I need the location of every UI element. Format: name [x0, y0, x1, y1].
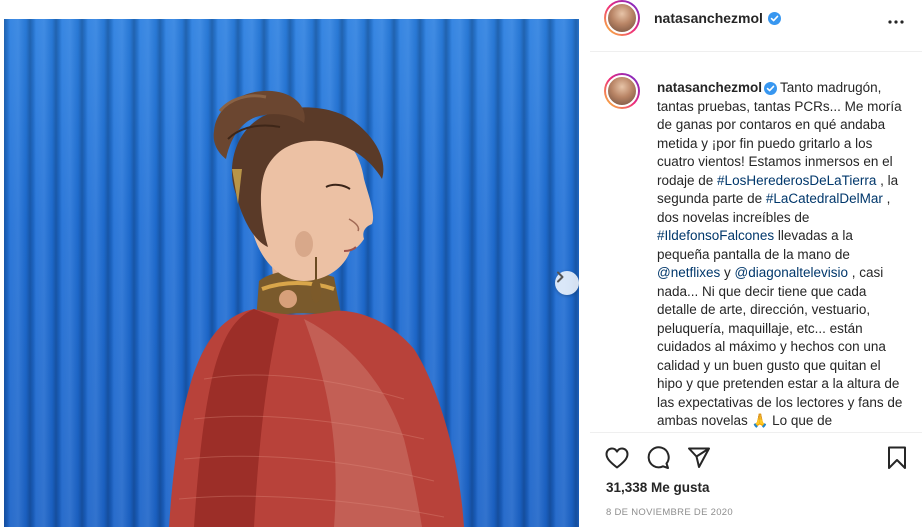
- header-user: natasanchezmol: [654, 10, 781, 26]
- comment-button[interactable]: [645, 445, 671, 471]
- verified-badge-icon: [764, 82, 778, 95]
- share-button[interactable]: [686, 445, 712, 471]
- hashtag-link[interactable]: #LaCatedralDelMar: [766, 191, 883, 206]
- caption-seg-0: Tanto madrugón, tantas pruebas, tantas P…: [657, 80, 902, 188]
- caption-seg-10: , casi nada... Ni que decir tiene que ca…: [657, 265, 903, 428]
- header-username[interactable]: natasanchezmol: [654, 10, 763, 26]
- post-side-panel: natasanchezmol natasanchezmol Tanto madru…: [590, 0, 922, 527]
- post-date[interactable]: 8 DE NOVIEMBRE DE 2020: [606, 507, 733, 518]
- like-button[interactable]: [604, 445, 630, 471]
- caption-area: natasanchezmol Tanto madrugón, tantas pru…: [590, 53, 922, 431]
- heart-icon: [605, 447, 629, 469]
- caption-seg-8: y: [720, 265, 735, 280]
- portrait-illustration: [169, 90, 464, 527]
- mention-link[interactable]: @netflixes: [657, 265, 720, 280]
- more-horizontal-icon: [888, 20, 904, 24]
- avatar[interactable]: [604, 0, 640, 36]
- post-image[interactable]: [4, 19, 579, 527]
- hashtag-link[interactable]: #IldefonsoFalcones: [657, 228, 774, 243]
- comment-icon: [647, 446, 670, 469]
- caption-avatar[interactable]: [604, 73, 640, 109]
- verified-badge-icon: [767, 11, 781, 25]
- chevron-right-icon: [557, 271, 564, 283]
- save-button[interactable]: [884, 445, 910, 471]
- hashtag-link[interactable]: #LosHerederosDeLaTierra: [717, 173, 876, 188]
- caption-text: natasanchezmol Tanto madrugón, tantas pru…: [657, 79, 905, 431]
- next-image-button[interactable]: [555, 271, 579, 295]
- post-header: natasanchezmol: [590, 0, 922, 52]
- actions-bar: 31,338 Me gusta 8 DE NOVIEMBRE DE 2020: [590, 432, 922, 527]
- more-options-button[interactable]: [884, 10, 908, 34]
- like-count[interactable]: 31,338 Me gusta: [606, 480, 710, 495]
- mention-link[interactable]: @diagonaltelevisio: [735, 265, 849, 280]
- bookmark-icon: [888, 446, 906, 469]
- caption-username[interactable]: natasanchezmol: [657, 80, 762, 95]
- send-icon: [688, 447, 710, 468]
